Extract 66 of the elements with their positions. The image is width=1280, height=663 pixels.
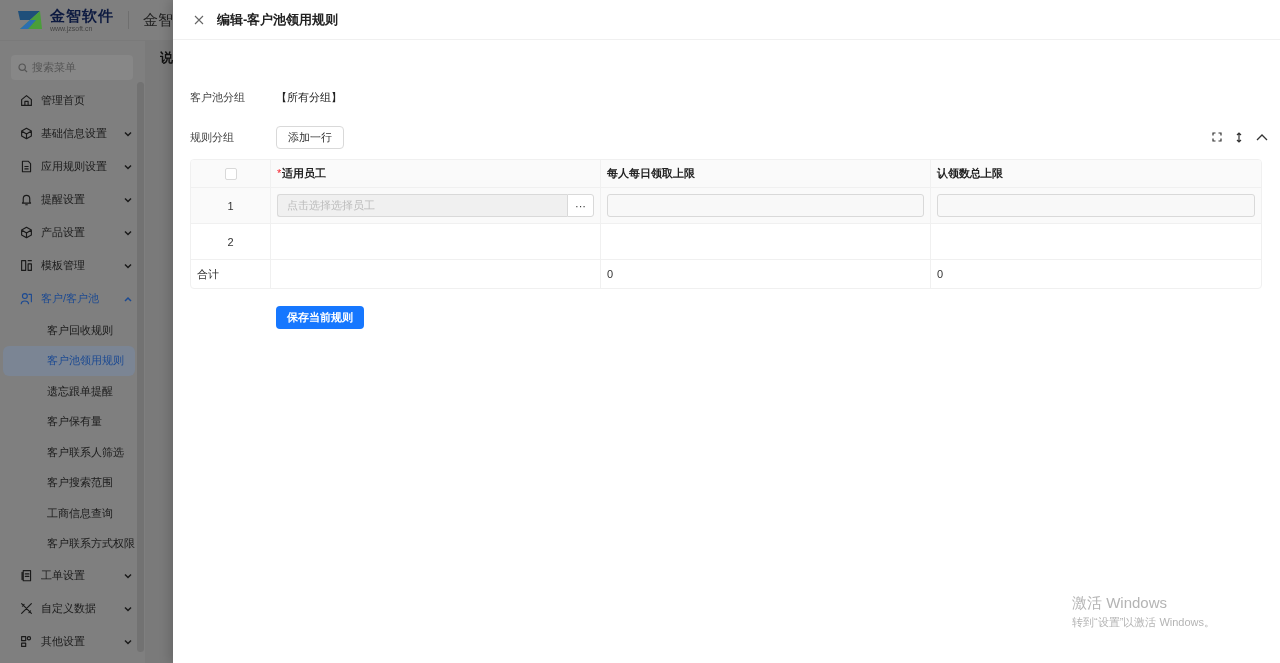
total-value: 0: [607, 268, 614, 280]
sidebar-item[interactable]: 基础信息设置: [0, 117, 145, 150]
sidebar-subitem[interactable]: 遗忘跟单提醒: [3, 376, 135, 407]
column-header: 认领数总上限: [937, 166, 1003, 181]
total-label: 合计: [197, 266, 219, 282]
fullscreen-icon[interactable]: [1212, 132, 1222, 142]
cube-icon: [20, 127, 33, 140]
sidebar-subitem[interactable]: 工商信息查询: [3, 498, 135, 529]
app-title: 金智: [143, 10, 173, 30]
sidebar-subitem[interactable]: 客户联系人筛选: [3, 437, 135, 468]
document-icon: [20, 160, 33, 173]
chevron-down-icon: [124, 572, 132, 579]
layout-icon: [20, 259, 33, 272]
sidebar-subitem[interactable]: 客户搜索范围: [3, 467, 135, 498]
logo-icon: [16, 9, 44, 31]
activation-title: 激活 Windows: [1072, 594, 1169, 613]
field-label: 规则分组: [190, 129, 235, 145]
column-header: *适用员工: [277, 166, 327, 181]
chevron-down-icon: [124, 229, 132, 236]
search-icon: [18, 62, 28, 73]
sidebar-item[interactable]: 其他设置: [0, 625, 145, 658]
sidebar-item[interactable]: 应用规则设置: [0, 150, 145, 183]
bell-icon: [20, 193, 33, 206]
sidebar-item[interactable]: 自定义数据: [0, 592, 145, 625]
sidebar-subitem[interactable]: 客户池领用规则: [3, 345, 135, 376]
sidebar-subitem[interactable]: 客户回收规则: [3, 315, 135, 346]
add-row-button[interactable]: 添加一行: [276, 125, 344, 149]
activation-text: 转到“设置”以激活 Windows。: [1072, 615, 1215, 630]
sidebar-subitem[interactable]: 客户联系方式权限: [3, 528, 135, 559]
user-icon: [20, 292, 33, 305]
chevron-down-icon: [124, 196, 132, 203]
chevron-up-icon: [124, 295, 132, 302]
row-number: 1: [227, 199, 234, 212]
page-heading: 说: [160, 49, 173, 67]
notebook-icon: [20, 569, 33, 582]
drawer-title: 编辑-客户池领用规则: [217, 10, 339, 29]
sidebar-item[interactable]: 管理首页: [0, 84, 145, 117]
chevron-down-icon: [124, 163, 132, 170]
row-height-icon[interactable]: [1236, 131, 1242, 143]
sidebar-subitem[interactable]: 客户保有量: [3, 406, 135, 437]
field-value: 【所有分组】: [276, 89, 342, 105]
sidebar-item[interactable]: 模板管理: [0, 249, 145, 282]
field-label: 客户池分组: [190, 89, 246, 105]
collapse-icon[interactable]: [1256, 133, 1268, 141]
sidebar-item[interactable]: 提醒设置: [0, 183, 145, 216]
puzzle-icon: [20, 635, 33, 648]
chevron-down-icon: [124, 605, 132, 612]
brand-name: 金智软件: [50, 8, 114, 23]
total-value: 0: [937, 268, 944, 280]
tools-icon: [20, 602, 33, 615]
input-field[interactable]: [937, 194, 1255, 217]
sidebar-item[interactable]: 客户/客户池: [0, 282, 145, 315]
row-number: 2: [227, 235, 234, 248]
sidebar-item[interactable]: 工单设置: [0, 559, 145, 592]
close-icon[interactable]: [194, 14, 204, 25]
column-header: 每人每日领取上限: [607, 166, 695, 181]
chevron-down-icon: [124, 130, 132, 137]
home-icon: [20, 94, 33, 107]
chevron-down-icon: [124, 638, 132, 645]
save-rule-button[interactable]: 保存当前规则: [276, 306, 364, 329]
select-all-checkbox[interactable]: [224, 167, 237, 180]
chevron-down-icon: [124, 262, 132, 269]
input-field[interactable]: [607, 194, 924, 217]
more-button[interactable]: ···: [567, 194, 594, 217]
cube-icon: [20, 226, 33, 239]
sidebar-item[interactable]: 产品设置: [0, 216, 145, 249]
